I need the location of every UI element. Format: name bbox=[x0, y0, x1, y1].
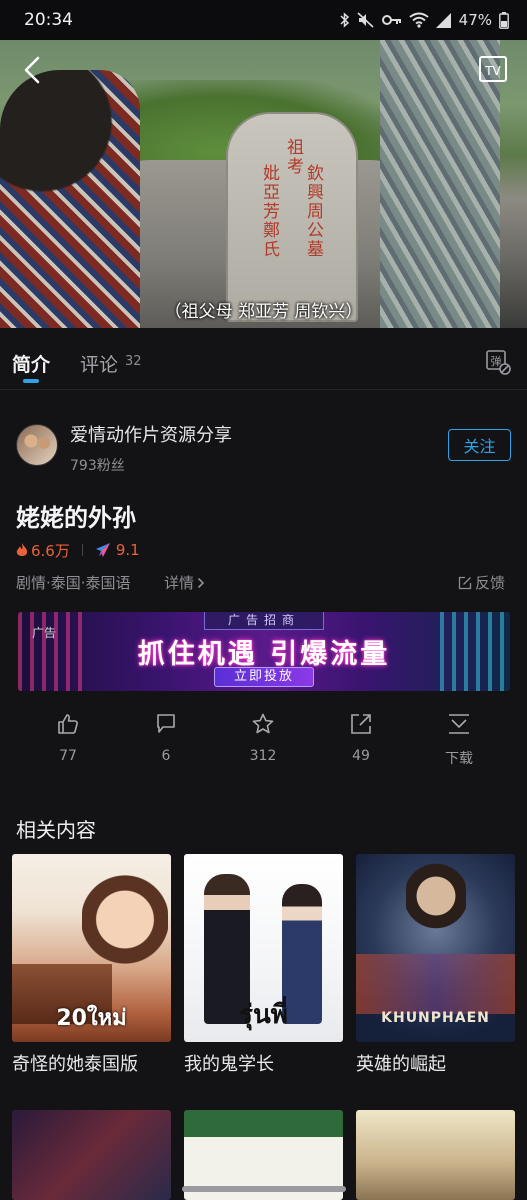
fire-icon bbox=[16, 542, 28, 556]
related-poster: 20ใหม่ bbox=[12, 854, 171, 1042]
back-arrow-icon bbox=[24, 56, 40, 84]
dislike-count: 6 bbox=[161, 748, 171, 764]
uploader-fans: 793粉丝 bbox=[70, 458, 125, 474]
related-card[interactable] bbox=[356, 1110, 515, 1200]
share-button[interactable]: 49 bbox=[331, 712, 391, 764]
rating-score: 9.1 bbox=[115, 541, 140, 559]
dislike-button[interactable]: 6 bbox=[136, 712, 196, 764]
like-button[interactable]: 77 bbox=[38, 712, 98, 764]
danmu-off-icon: 弹 bbox=[486, 350, 511, 375]
ad-banner-button[interactable]: 立即投放 bbox=[214, 667, 314, 687]
danmu-toggle-button[interactable]: 弹 bbox=[484, 348, 512, 376]
ad-banner[interactable]: 广告 广告招商 抓住机遇 引爆流量 立即投放 bbox=[18, 612, 510, 691]
related-card[interactable] bbox=[12, 1110, 171, 1200]
feedback-button[interactable]: 反馈 bbox=[458, 572, 505, 593]
related-card[interactable]: KHUNPHAEN 英雄的崛起 bbox=[356, 854, 515, 1076]
like-count: 77 bbox=[59, 748, 77, 764]
battery-percent: 47% bbox=[458, 11, 492, 29]
movie-genre: 剧情·泰国·泰国语 bbox=[16, 574, 131, 592]
key-icon bbox=[381, 15, 401, 25]
related-poster: รุ่นพี่ bbox=[184, 854, 343, 1042]
related-card-title: 我的鬼学长 bbox=[184, 1054, 274, 1075]
battery-icon bbox=[499, 11, 509, 29]
poster-title-text: 20ใหม่ bbox=[56, 1006, 127, 1031]
like-icon bbox=[58, 714, 78, 734]
stats-divider bbox=[81, 544, 83, 556]
home-indicator[interactable] bbox=[182, 1186, 346, 1192]
content-tabs: 简介 评论 32 弹 bbox=[0, 328, 527, 390]
related-card-title: 英雄的崛起 bbox=[356, 1054, 446, 1075]
poster-face bbox=[406, 860, 466, 940]
mute-icon bbox=[357, 12, 374, 28]
feedback-label: 反馈 bbox=[475, 574, 506, 592]
tombstone-text-2: 妣亞芳鄭氏 bbox=[259, 164, 279, 259]
tombstone-text-1: 祖考 bbox=[283, 138, 303, 176]
share-icon bbox=[351, 714, 371, 734]
ad-banner-headline: 抓住机遇 引爆流量 bbox=[137, 639, 391, 670]
details-link[interactable]: 详情 bbox=[164, 572, 205, 593]
rating-plane-icon bbox=[95, 543, 110, 557]
heat-value: 6.6万 bbox=[31, 541, 70, 560]
dislike-icon bbox=[157, 714, 175, 733]
tv-icon: TV bbox=[479, 56, 507, 82]
download-label: 下载 bbox=[445, 751, 473, 767]
related-section-title: 相关内容 bbox=[16, 818, 96, 842]
video-scene-tombstone: 祖考 妣亞芳鄭氏 欽興周公墓 bbox=[226, 112, 358, 322]
related-poster: KHUNPHAEN bbox=[356, 854, 515, 1042]
chevron-right-icon bbox=[197, 577, 205, 588]
status-bar: 20:34 47% bbox=[0, 0, 527, 40]
star-icon bbox=[252, 713, 274, 734]
details-label: 详情 bbox=[164, 574, 195, 592]
related-poster bbox=[356, 1110, 515, 1200]
edit-icon bbox=[458, 576, 472, 589]
download-icon bbox=[449, 714, 469, 734]
signal-icon bbox=[435, 12, 451, 28]
tombstone-text-3: 欽興周公墓 bbox=[303, 164, 323, 259]
movie-title: 姥姥的外孙 bbox=[16, 504, 136, 532]
video-scene-person-left bbox=[0, 70, 140, 328]
poster-title-text: รุ่นพี่ bbox=[239, 1000, 288, 1030]
status-icons: 47% bbox=[340, 11, 509, 29]
status-time: 20:34 bbox=[24, 10, 73, 30]
tab-comments[interactable]: 评论 bbox=[80, 350, 118, 377]
related-card[interactable]: 20ใหม่ 奇怪的她泰国版 bbox=[12, 854, 171, 1076]
movie-stats: 6.6万 9.1 bbox=[16, 540, 140, 560]
wifi-icon bbox=[409, 12, 429, 28]
svg-text:TV: TV bbox=[484, 64, 501, 78]
share-count: 49 bbox=[352, 748, 370, 764]
related-card-title: 奇怪的她泰国版 bbox=[12, 1054, 138, 1075]
poster-battle bbox=[356, 954, 515, 1014]
svg-text:弹: 弹 bbox=[491, 354, 502, 368]
favorite-button[interactable]: 312 bbox=[233, 712, 293, 764]
video-player[interactable]: 祖考 妣亞芳鄭氏 欽興周公墓 （祖父母 郑亚芳 周钦兴） TV bbox=[0, 40, 527, 328]
cast-tv-button[interactable]: TV bbox=[478, 54, 508, 84]
ad-banner-top-label: 广告招商 bbox=[204, 612, 324, 630]
back-button[interactable] bbox=[18, 54, 46, 86]
uploader-avatar[interactable] bbox=[16, 424, 58, 466]
comments-count: 32 bbox=[125, 354, 142, 369]
download-button[interactable]: 下载 bbox=[429, 712, 489, 768]
related-poster bbox=[12, 1110, 171, 1200]
video-subtitle: （祖父母 郑亚芳 周钦兴） bbox=[164, 302, 363, 322]
tab-intro[interactable]: 简介 bbox=[12, 350, 50, 377]
tab-active-indicator bbox=[23, 379, 39, 383]
poster-title-text: KHUNPHAEN bbox=[381, 1010, 490, 1026]
follow-button[interactable]: 关注 bbox=[448, 429, 511, 461]
bluetooth-icon bbox=[340, 12, 349, 28]
uploader-name[interactable]: 爱情动作片资源分享 bbox=[70, 421, 232, 447]
related-card[interactable]: รุ่นพี่ 我的鬼学长 bbox=[184, 854, 343, 1076]
favorite-count: 312 bbox=[249, 748, 277, 764]
